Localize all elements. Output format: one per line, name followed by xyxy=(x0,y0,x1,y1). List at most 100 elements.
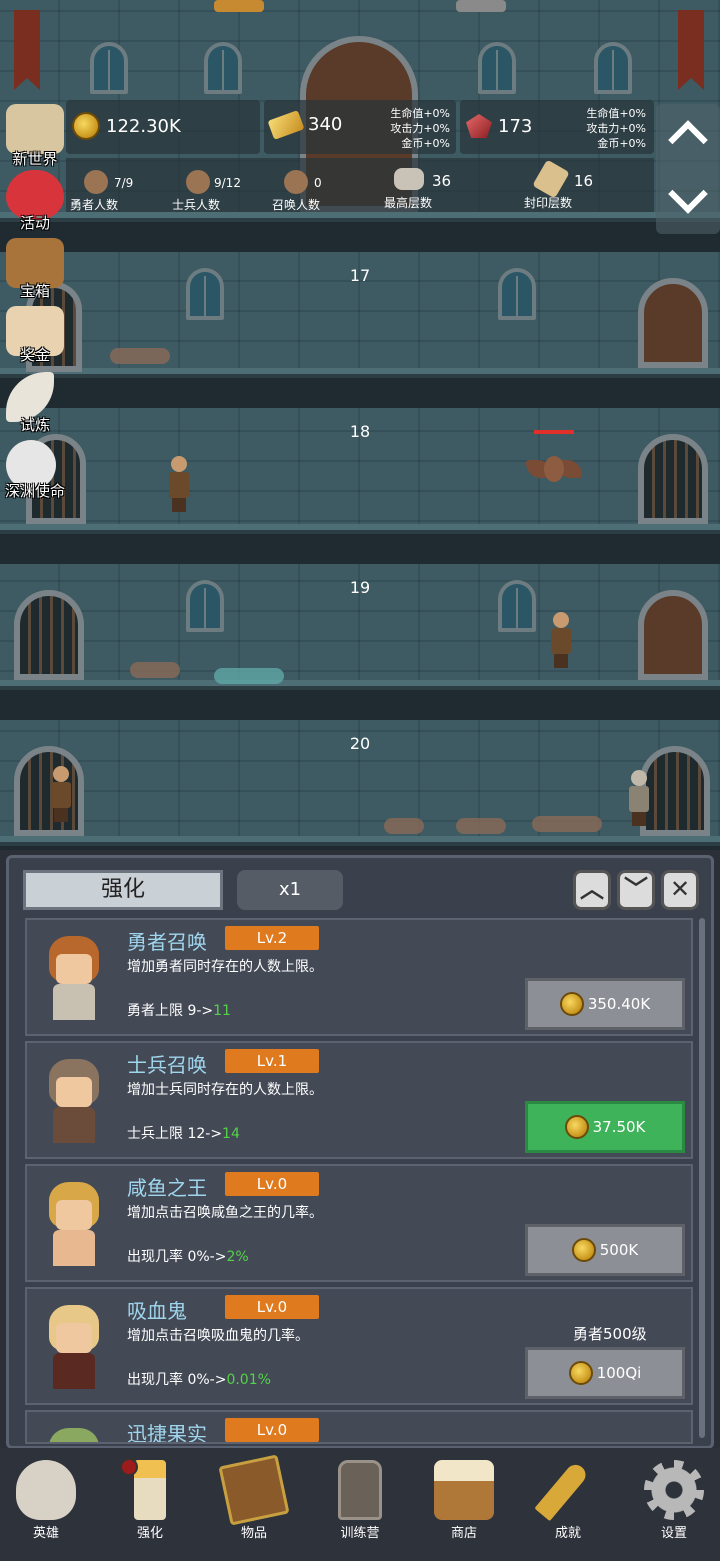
panel-scrollbar[interactable] xyxy=(699,918,705,1438)
scroll-up-icon[interactable] xyxy=(668,120,708,160)
card-stat: 勇者上限 9->11 xyxy=(127,1003,231,1019)
cost-label: 350.40K xyxy=(587,995,651,1013)
card-name: 迅捷果实 xyxy=(127,1422,207,1444)
side-item-trial[interactable]: 试炼 xyxy=(0,372,70,436)
beer-mug-icon xyxy=(434,1460,494,1520)
gold-amount: 122.30K xyxy=(106,115,181,137)
stone-tablet-icon xyxy=(394,168,424,190)
soldier-count-label: 士兵人数 xyxy=(172,198,221,212)
buy-button[interactable]: 350.40K xyxy=(525,978,685,1030)
nav-label: 训练营 xyxy=(340,1526,380,1541)
level-badge: Lv.0 xyxy=(225,1172,319,1196)
bonus-hp: 生命值+0% xyxy=(390,107,450,120)
lantern-icon xyxy=(338,1460,382,1520)
buy-button[interactable]: 37.50K xyxy=(525,1101,685,1153)
card-name: 勇者召唤 xyxy=(127,930,207,954)
bone-pile xyxy=(384,818,424,834)
card-description: 增加点击召唤吸血鬼的几率。 xyxy=(127,1328,309,1344)
side-item-new-world[interactable]: 新世界 xyxy=(0,104,70,168)
bonus-atk: 攻击力+0% xyxy=(586,122,646,135)
cost-label: 500K xyxy=(599,1241,639,1259)
floor-ledge xyxy=(0,368,720,408)
floor-number: 20 xyxy=(349,734,371,753)
bone-pile xyxy=(456,818,506,834)
iron-gate xyxy=(638,434,708,524)
card-name: 士兵召唤 xyxy=(127,1053,207,1077)
buy-button[interactable]: 500K xyxy=(525,1224,685,1276)
map-icon xyxy=(6,104,64,154)
hero-head-icon xyxy=(84,170,108,194)
side-label: 深渊使命 xyxy=(4,482,65,500)
side-item-events[interactable]: 活动 xyxy=(0,170,70,234)
side-label: 试炼 xyxy=(19,416,50,434)
hero-sprite[interactable] xyxy=(164,456,194,512)
summon-head-icon xyxy=(284,170,308,194)
bone-pile xyxy=(110,348,170,364)
close-icon: ✕ xyxy=(669,875,691,903)
soldier-count: 9/12 xyxy=(214,176,241,190)
card-description: 增加士兵同时存在的人数上限。 xyxy=(127,1082,323,1098)
floor-ledge xyxy=(0,212,720,252)
side-label: 活动 xyxy=(19,214,50,232)
nav-achievements[interactable]: 成就 xyxy=(518,1454,618,1544)
bonus-list-left: 生命值+0% 攻击力+0% 金币+0% xyxy=(380,106,450,151)
gold-coin-icon xyxy=(571,1238,596,1262)
floor-scroll-buttons xyxy=(656,104,720,234)
bonus-atk: 攻击力+0% xyxy=(390,122,450,135)
hero-sprite[interactable] xyxy=(546,612,576,668)
gold-coin-icon xyxy=(72,112,100,140)
gold-counter: 122.30K xyxy=(72,112,181,140)
bar-counter: 340 xyxy=(267,109,342,140)
chevron-up-icon: ︿ xyxy=(580,875,604,903)
gold-coin-icon xyxy=(564,1115,589,1139)
floor-number: 18 xyxy=(349,422,371,441)
window xyxy=(90,42,128,94)
card-name: 吸血鬼 xyxy=(127,1299,187,1323)
level-badge: Lv.0 xyxy=(225,1295,319,1319)
side-item-bonus[interactable]: 奖金 xyxy=(0,306,70,370)
wall-banner xyxy=(678,10,704,90)
hero-sprite[interactable] xyxy=(46,766,76,822)
nav-upgrade[interactable]: 强化 xyxy=(100,1454,200,1544)
close-button[interactable]: ✕ xyxy=(661,870,699,910)
side-item-abyss-mission[interactable]: 深渊使命 xyxy=(0,440,70,504)
buy-button[interactable]: 100Qi xyxy=(525,1347,685,1399)
soldier-portrait xyxy=(41,1059,107,1145)
gem-amount: 173 xyxy=(498,115,533,137)
bat-enemy[interactable] xyxy=(526,452,582,488)
bottom-nav: 英雄 强化 物品 训练营 商店 成就 设置 xyxy=(0,1448,720,1561)
enemy-hp-bar xyxy=(534,430,574,434)
panel-title[interactable]: 强化 xyxy=(23,870,223,910)
salted-fish-king-portrait xyxy=(41,1182,107,1268)
sealed-floor-label: 封印层数 xyxy=(524,196,573,210)
sealed-floor: 16 xyxy=(574,172,594,190)
level-badge: Lv.1 xyxy=(225,1049,319,1073)
nav-settings[interactable]: 设置 xyxy=(624,1454,720,1544)
window xyxy=(498,580,536,632)
multiplier-button[interactable]: x1 xyxy=(237,870,343,910)
card-description: 增加点击召唤咸鱼之王的几率。 xyxy=(127,1205,323,1221)
bone-pile xyxy=(532,816,602,832)
ruby-icon xyxy=(466,114,492,138)
max-floor-label: 最高层数 xyxy=(384,196,433,210)
collapse-down-button[interactable]: ﹀ xyxy=(617,870,655,910)
floor-ledge xyxy=(0,680,720,720)
side-label: 宝箱 xyxy=(19,282,50,300)
nav-training-camp[interactable]: 训练营 xyxy=(310,1454,410,1544)
bonus-gold: 金币+0% xyxy=(597,137,646,150)
knight-sprite[interactable] xyxy=(624,770,654,826)
hero-count-label: 勇者人数 xyxy=(70,198,119,212)
nav-items[interactable]: 物品 xyxy=(204,1454,304,1544)
nav-heroes[interactable]: 英雄 xyxy=(0,1454,96,1544)
window xyxy=(204,42,242,94)
level-badge: Lv.0 xyxy=(225,1418,319,1442)
unlock-requirement: 勇者500级 xyxy=(573,1325,647,1343)
collapse-up-button[interactable]: ︿ xyxy=(573,870,611,910)
nav-shop[interactable]: 商店 xyxy=(414,1454,514,1544)
side-item-chest[interactable]: 宝箱 xyxy=(0,238,70,302)
hero-count: 7/9 xyxy=(114,176,134,190)
floor-ledge xyxy=(0,836,720,850)
scroll-down-icon[interactable] xyxy=(668,174,708,214)
notification-dot xyxy=(120,1458,138,1476)
upgrade-card-salted-fish-king: 咸鱼之王 Lv.0 增加点击召唤咸鱼之王的几率。 出现几率 0%->2% 500… xyxy=(25,1164,693,1282)
